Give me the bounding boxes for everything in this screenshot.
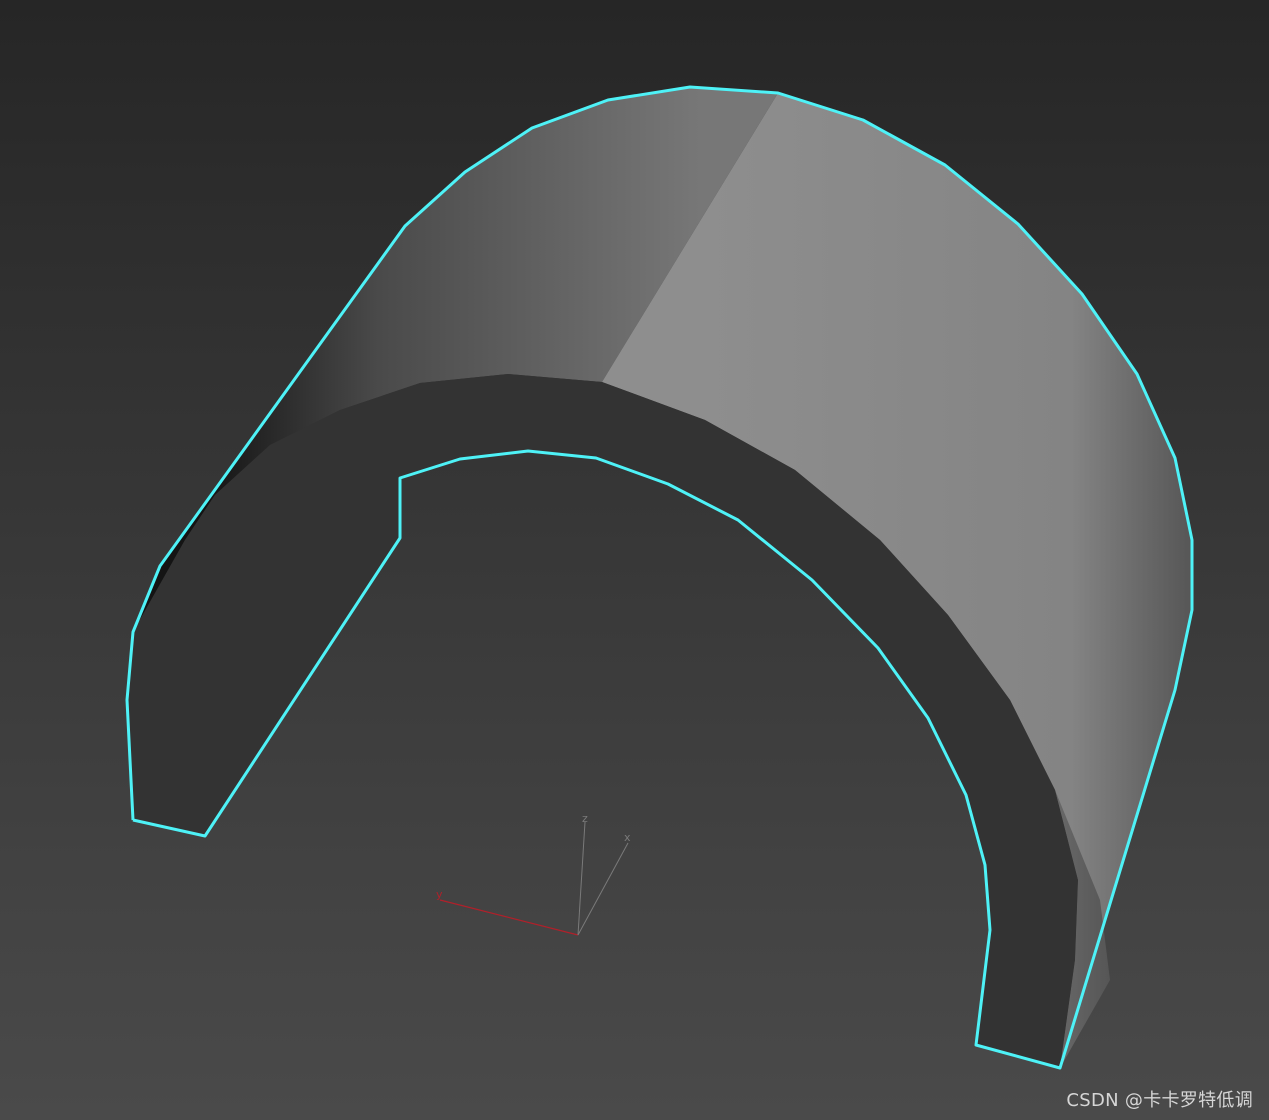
z-axis-line [577, 821, 586, 936]
axis-gizmo: x y z [436, 812, 631, 936]
y-axis-line [439, 899, 579, 936]
scene-canvas[interactable]: x y z [0, 0, 1269, 1120]
y-axis-label: y [436, 888, 443, 901]
z-axis-label: z [582, 812, 588, 825]
3d-viewport[interactable]: x y z CSDN @卡卡罗特低调 [0, 0, 1269, 1120]
watermark-text: CSDN @卡卡罗特低调 [1066, 1090, 1253, 1111]
x-axis-line [577, 842, 629, 936]
x-axis-label: x [624, 831, 631, 844]
